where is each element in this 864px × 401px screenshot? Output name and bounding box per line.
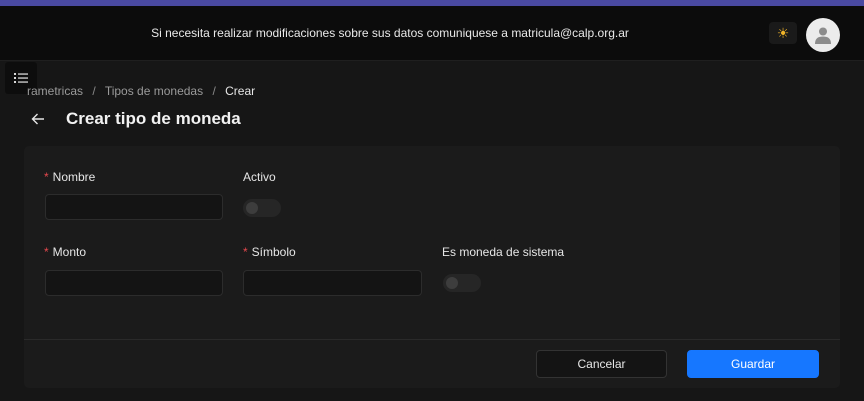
back-button[interactable] [31, 111, 47, 127]
required-mark: * [243, 245, 248, 259]
page-header: Crear tipo de moneda [31, 107, 241, 131]
cancel-button[interactable]: Cancelar [536, 350, 667, 378]
theme-toggle-button[interactable]: ☀ [769, 22, 797, 44]
activo-toggle[interactable] [243, 199, 281, 217]
footer-divider [24, 339, 840, 340]
top-bar: Si necesita realizar modificaciones sobr… [0, 6, 864, 61]
breadcrumb-item-parametricas[interactable]: rametricas [27, 84, 83, 98]
required-mark: * [44, 170, 49, 184]
toggle-knob [446, 277, 458, 289]
nombre-label: * Nombre [44, 170, 95, 184]
monto-label: * Monto [44, 245, 86, 259]
es-moneda-sistema-label: Es moneda de sistema [442, 245, 565, 259]
monto-label-text: Monto [52, 245, 87, 259]
monto-input[interactable] [45, 270, 223, 296]
breadcrumb-separator: / [92, 84, 96, 98]
arrow-left-icon [31, 113, 44, 125]
es-moneda-sistema-toggle[interactable] [443, 274, 481, 292]
breadcrumb-item-tipos-de-monedas[interactable]: Tipos de monedas [105, 84, 203, 98]
form-card: * Nombre Activo * Monto * Símbolo Es moneda… [24, 146, 840, 388]
user-icon [815, 27, 831, 44]
activo-label: Activo [243, 170, 276, 184]
nombre-input[interactable] [45, 194, 223, 220]
nombre-label-text: Nombre [52, 170, 96, 184]
simbolo-input[interactable] [243, 270, 422, 296]
user-avatar-button[interactable] [806, 18, 840, 52]
page-title: Crear tipo de moneda [66, 109, 241, 128]
breadcrumb: rametricas / Tipos de monedas / Crear [27, 84, 255, 98]
save-button[interactable]: Guardar [687, 350, 819, 378]
sun-icon: ☀ [776, 25, 790, 41]
list-icon [14, 73, 28, 83]
contact-notice: Si necesita realizar modificaciones sobr… [151, 26, 629, 40]
simbolo-label: * Símbolo [243, 245, 296, 259]
required-mark: * [44, 245, 49, 259]
simbolo-label-text: Símbolo [251, 245, 296, 259]
breadcrumb-item-crear: Crear [225, 84, 256, 98]
toggle-knob [246, 202, 258, 214]
breadcrumb-separator: / [212, 84, 216, 98]
